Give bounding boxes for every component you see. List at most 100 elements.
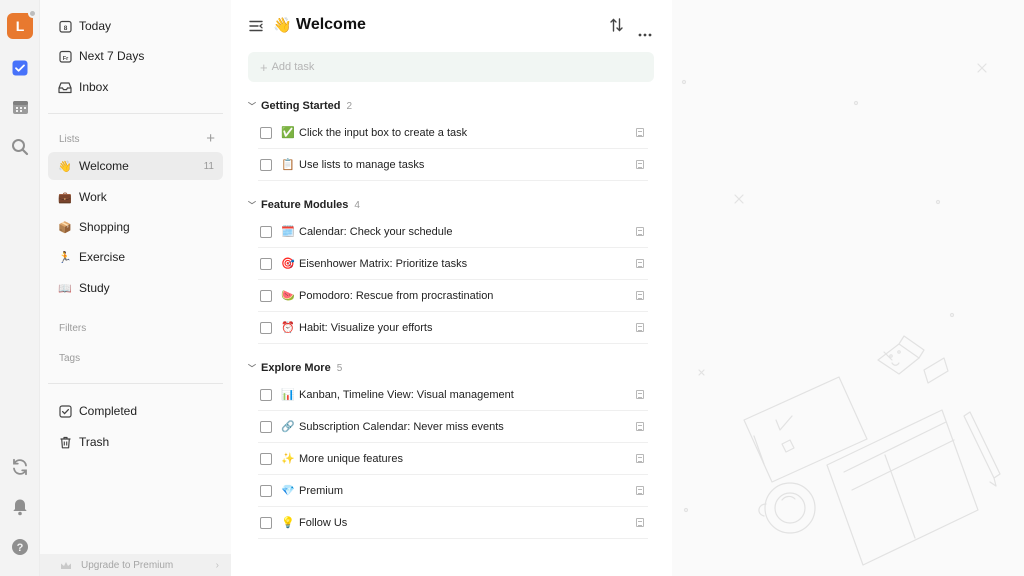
task-title[interactable]: Eisenhower Matrix: Prioritize tasks (299, 258, 467, 270)
group-header-feature-modules[interactable]: ﹀ Feature Modules 4 (248, 199, 360, 211)
task-row[interactable]: ⏰ Habit: Visualize your efforts (258, 312, 648, 344)
task-checkbox[interactable] (260, 321, 272, 334)
task-title[interactable]: Use lists to manage tasks (299, 159, 424, 171)
sidebar-item-completed[interactable]: Completed (48, 397, 223, 425)
sidebar-item-label: Inbox (79, 80, 109, 94)
note-icon (636, 160, 644, 169)
empty-state-illustration (681, 63, 1001, 566)
sidebar-item-shopping[interactable]: 📦 Shopping (48, 213, 223, 241)
task-checkbox[interactable] (260, 452, 272, 465)
sidebar-item-today[interactable]: 8 Today (48, 12, 223, 40)
group-count: 2 (346, 100, 353, 112)
group-name: Getting Started (261, 100, 341, 112)
task-checkbox[interactable] (260, 126, 272, 139)
note-icon (636, 422, 644, 431)
group-count: 4 (354, 199, 360, 211)
sidebar-item-label: Work (79, 190, 107, 204)
tags-section-label[interactable]: Tags (59, 353, 80, 364)
note-icon (636, 227, 644, 236)
checkbox-icon[interactable] (10, 58, 30, 78)
upgrade-button[interactable]: Upgrade to Premium › (40, 554, 231, 576)
task-emoji: 🍉 (281, 290, 295, 302)
sidebar-item-label: Today (79, 19, 112, 33)
task-row[interactable]: 🍉 Pomodoro: Rescue from procrastination (258, 280, 648, 312)
bell-icon[interactable] (10, 497, 30, 517)
note-icon (636, 390, 644, 399)
search-icon[interactable] (10, 137, 30, 157)
list-emoji: 💼 (58, 191, 72, 204)
task-checkbox[interactable] (260, 388, 272, 401)
sidebar-item-next-7-days[interactable]: Fr Next 7 Days (48, 42, 223, 70)
group-header-explore-more[interactable]: ﹀ Explore More 5 (248, 362, 342, 374)
trash-icon (58, 435, 72, 449)
task-row[interactable]: 🗓️ Calendar: Check your schedule (258, 216, 648, 248)
list-emoji: 👋 (58, 160, 72, 173)
add-task-placeholder: Add task (271, 61, 315, 73)
group-header-getting-started[interactable]: ﹀ Getting Started 2 (248, 100, 352, 112)
note-icon (636, 128, 644, 137)
task-row[interactable]: 📋 Use lists to manage tasks (258, 149, 648, 181)
sidebar-item-study[interactable]: 📖 Study (48, 274, 223, 302)
task-row[interactable]: 🎯 Eisenhower Matrix: Prioritize tasks (258, 248, 648, 280)
task-row[interactable]: ✨ More unique features (258, 443, 648, 475)
task-row[interactable]: 💡 Follow Us (258, 507, 648, 539)
sidebar-item-label: Next 7 Days (79, 49, 145, 63)
task-row[interactable]: 📊 Kanban, Timeline View: Visual manageme… (258, 379, 648, 411)
task-title[interactable]: Click the input box to create a task (299, 127, 467, 139)
task-title[interactable]: Pomodoro: Rescue from procrastination (299, 290, 493, 302)
filters-section-label[interactable]: Filters (59, 323, 86, 334)
sidebar-item-welcome[interactable]: 👋 Welcome 11 (48, 152, 223, 180)
avatar[interactable]: L (7, 9, 37, 39)
task-title[interactable]: Follow Us (299, 517, 347, 529)
sidebar-toggle-icon[interactable] (249, 19, 263, 37)
task-checkbox[interactable] (260, 158, 272, 171)
task-title[interactable]: Subscription Calendar: Never miss events (299, 421, 504, 433)
task-checkbox[interactable] (260, 516, 272, 529)
sort-icon[interactable] (610, 18, 623, 37)
task-title[interactable]: Premium (299, 485, 343, 497)
chevron-down-icon: ﹀ (248, 101, 256, 111)
note-icon (636, 486, 644, 495)
help-icon[interactable]: ? (10, 537, 30, 557)
task-emoji: 💎 (281, 485, 295, 497)
sync-icon[interactable] (10, 457, 30, 477)
sidebar: 8 Today Fr Next 7 Days Inbox Lists + 👋 W… (40, 0, 231, 576)
avatar-letter: L (15, 18, 25, 34)
list-count: 11 (203, 160, 214, 172)
note-icon (636, 323, 644, 332)
more-options-icon[interactable] (638, 24, 652, 42)
sidebar-item-work[interactable]: 💼 Work (48, 183, 223, 211)
task-title[interactable]: Calendar: Check your schedule (299, 226, 452, 238)
page-title: Welcome (296, 16, 366, 33)
app-rail: L ? (0, 0, 40, 576)
task-title[interactable]: Kanban, Timeline View: Visual management (299, 389, 514, 401)
sidebar-item-inbox[interactable]: Inbox (48, 73, 223, 101)
task-row[interactable]: 🔗 Subscription Calendar: Never miss even… (258, 411, 648, 443)
sidebar-item-label: Trash (79, 435, 110, 449)
task-checkbox[interactable] (260, 225, 272, 238)
lists-section-label: Lists (59, 134, 80, 145)
add-task-input[interactable]: + Add task (248, 52, 654, 82)
task-row[interactable]: ✅ Click the input box to create a task (258, 117, 648, 149)
task-title[interactable]: More unique features (299, 453, 403, 465)
task-emoji: ✅ (281, 127, 295, 139)
task-emoji: 💡 (281, 517, 295, 529)
chevron-right-icon: › (215, 559, 219, 571)
task-checkbox[interactable] (260, 289, 272, 302)
svg-text:?: ? (17, 542, 24, 554)
task-checkbox[interactable] (260, 257, 272, 270)
task-emoji: ⏰ (281, 322, 295, 334)
plus-icon: + (260, 59, 268, 75)
task-row[interactable]: 💎 Premium (258, 475, 648, 507)
task-checkbox[interactable] (260, 420, 272, 433)
sidebar-item-label: Shopping (79, 220, 130, 234)
calendar-icon[interactable] (10, 97, 30, 117)
task-checkbox[interactable] (260, 484, 272, 497)
svg-text:Fr: Fr (62, 56, 68, 62)
sidebar-item-exercise[interactable]: 🏃 Exercise (48, 243, 223, 271)
add-list-button[interactable]: + (206, 131, 215, 146)
task-emoji: 📊 (281, 389, 295, 401)
sidebar-item-trash[interactable]: Trash (48, 428, 223, 456)
completed-icon (58, 404, 72, 418)
task-title[interactable]: Habit: Visualize your efforts (299, 322, 433, 334)
